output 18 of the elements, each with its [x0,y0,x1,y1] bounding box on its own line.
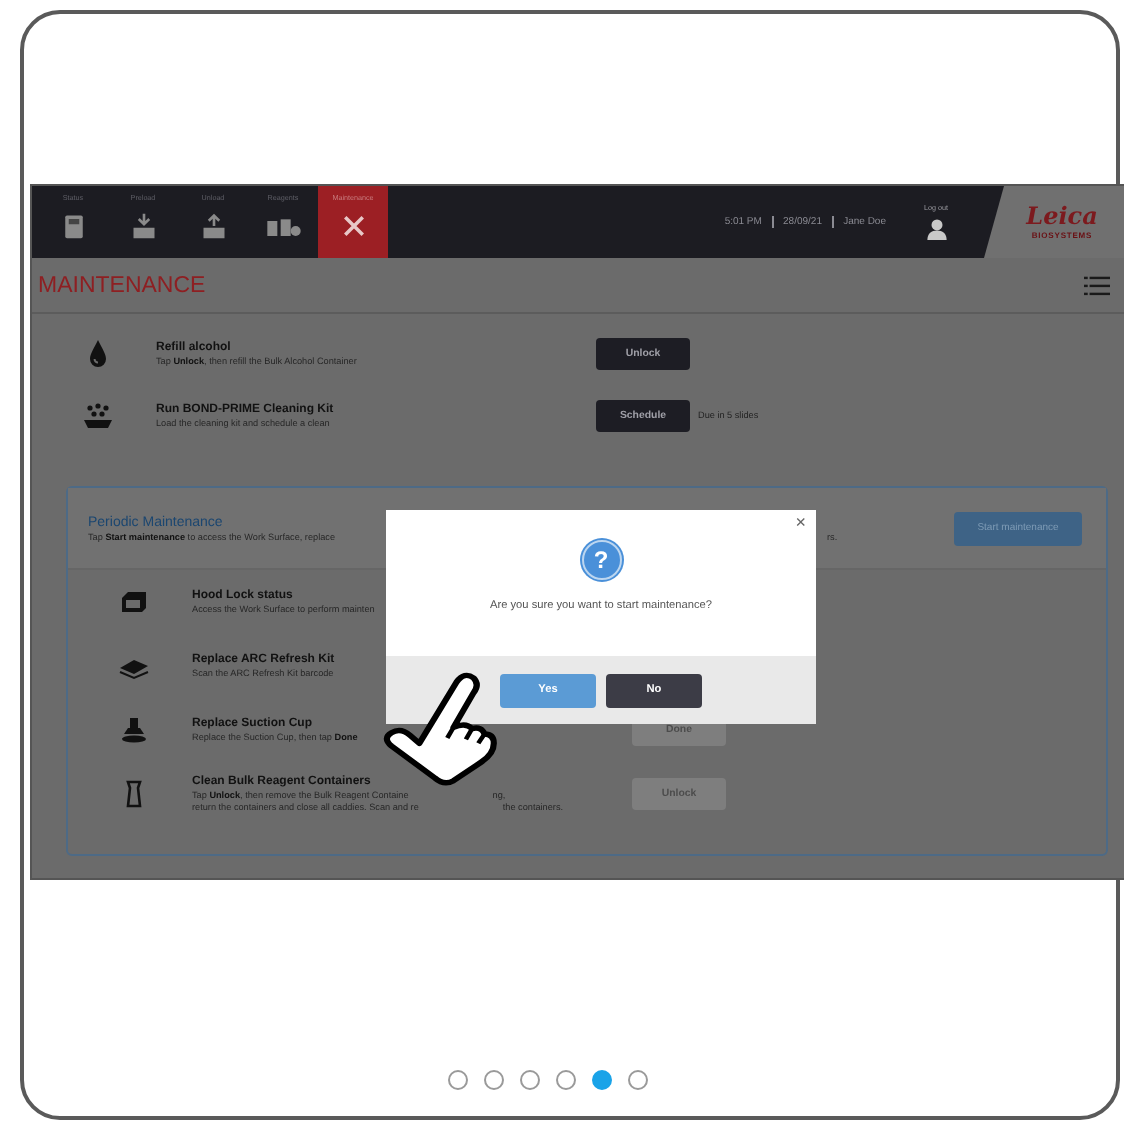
question-icon: ? [581,540,621,580]
suction-cup-icon [118,714,150,746]
carousel-dot[interactable] [520,1070,540,1090]
user-icon[interactable] [925,218,947,240]
page-title: MAINTENANCE [38,273,206,297]
instrument-icon [59,212,87,240]
cleaning-kit-icon [82,399,114,431]
hood-box-icon [118,586,150,618]
tray-down-icon [129,212,157,240]
list-menu-icon[interactable] [1084,275,1110,295]
carousel-dot[interactable] [592,1070,612,1090]
tray-up-icon [199,212,227,240]
logo-text: Leica [1026,204,1098,230]
carousel-dot[interactable] [628,1070,648,1090]
close-button[interactable]: × [795,512,806,532]
carousel-dot[interactable] [484,1070,504,1090]
carousel-dot[interactable] [556,1070,576,1090]
carousel-dot[interactable] [448,1070,468,1090]
